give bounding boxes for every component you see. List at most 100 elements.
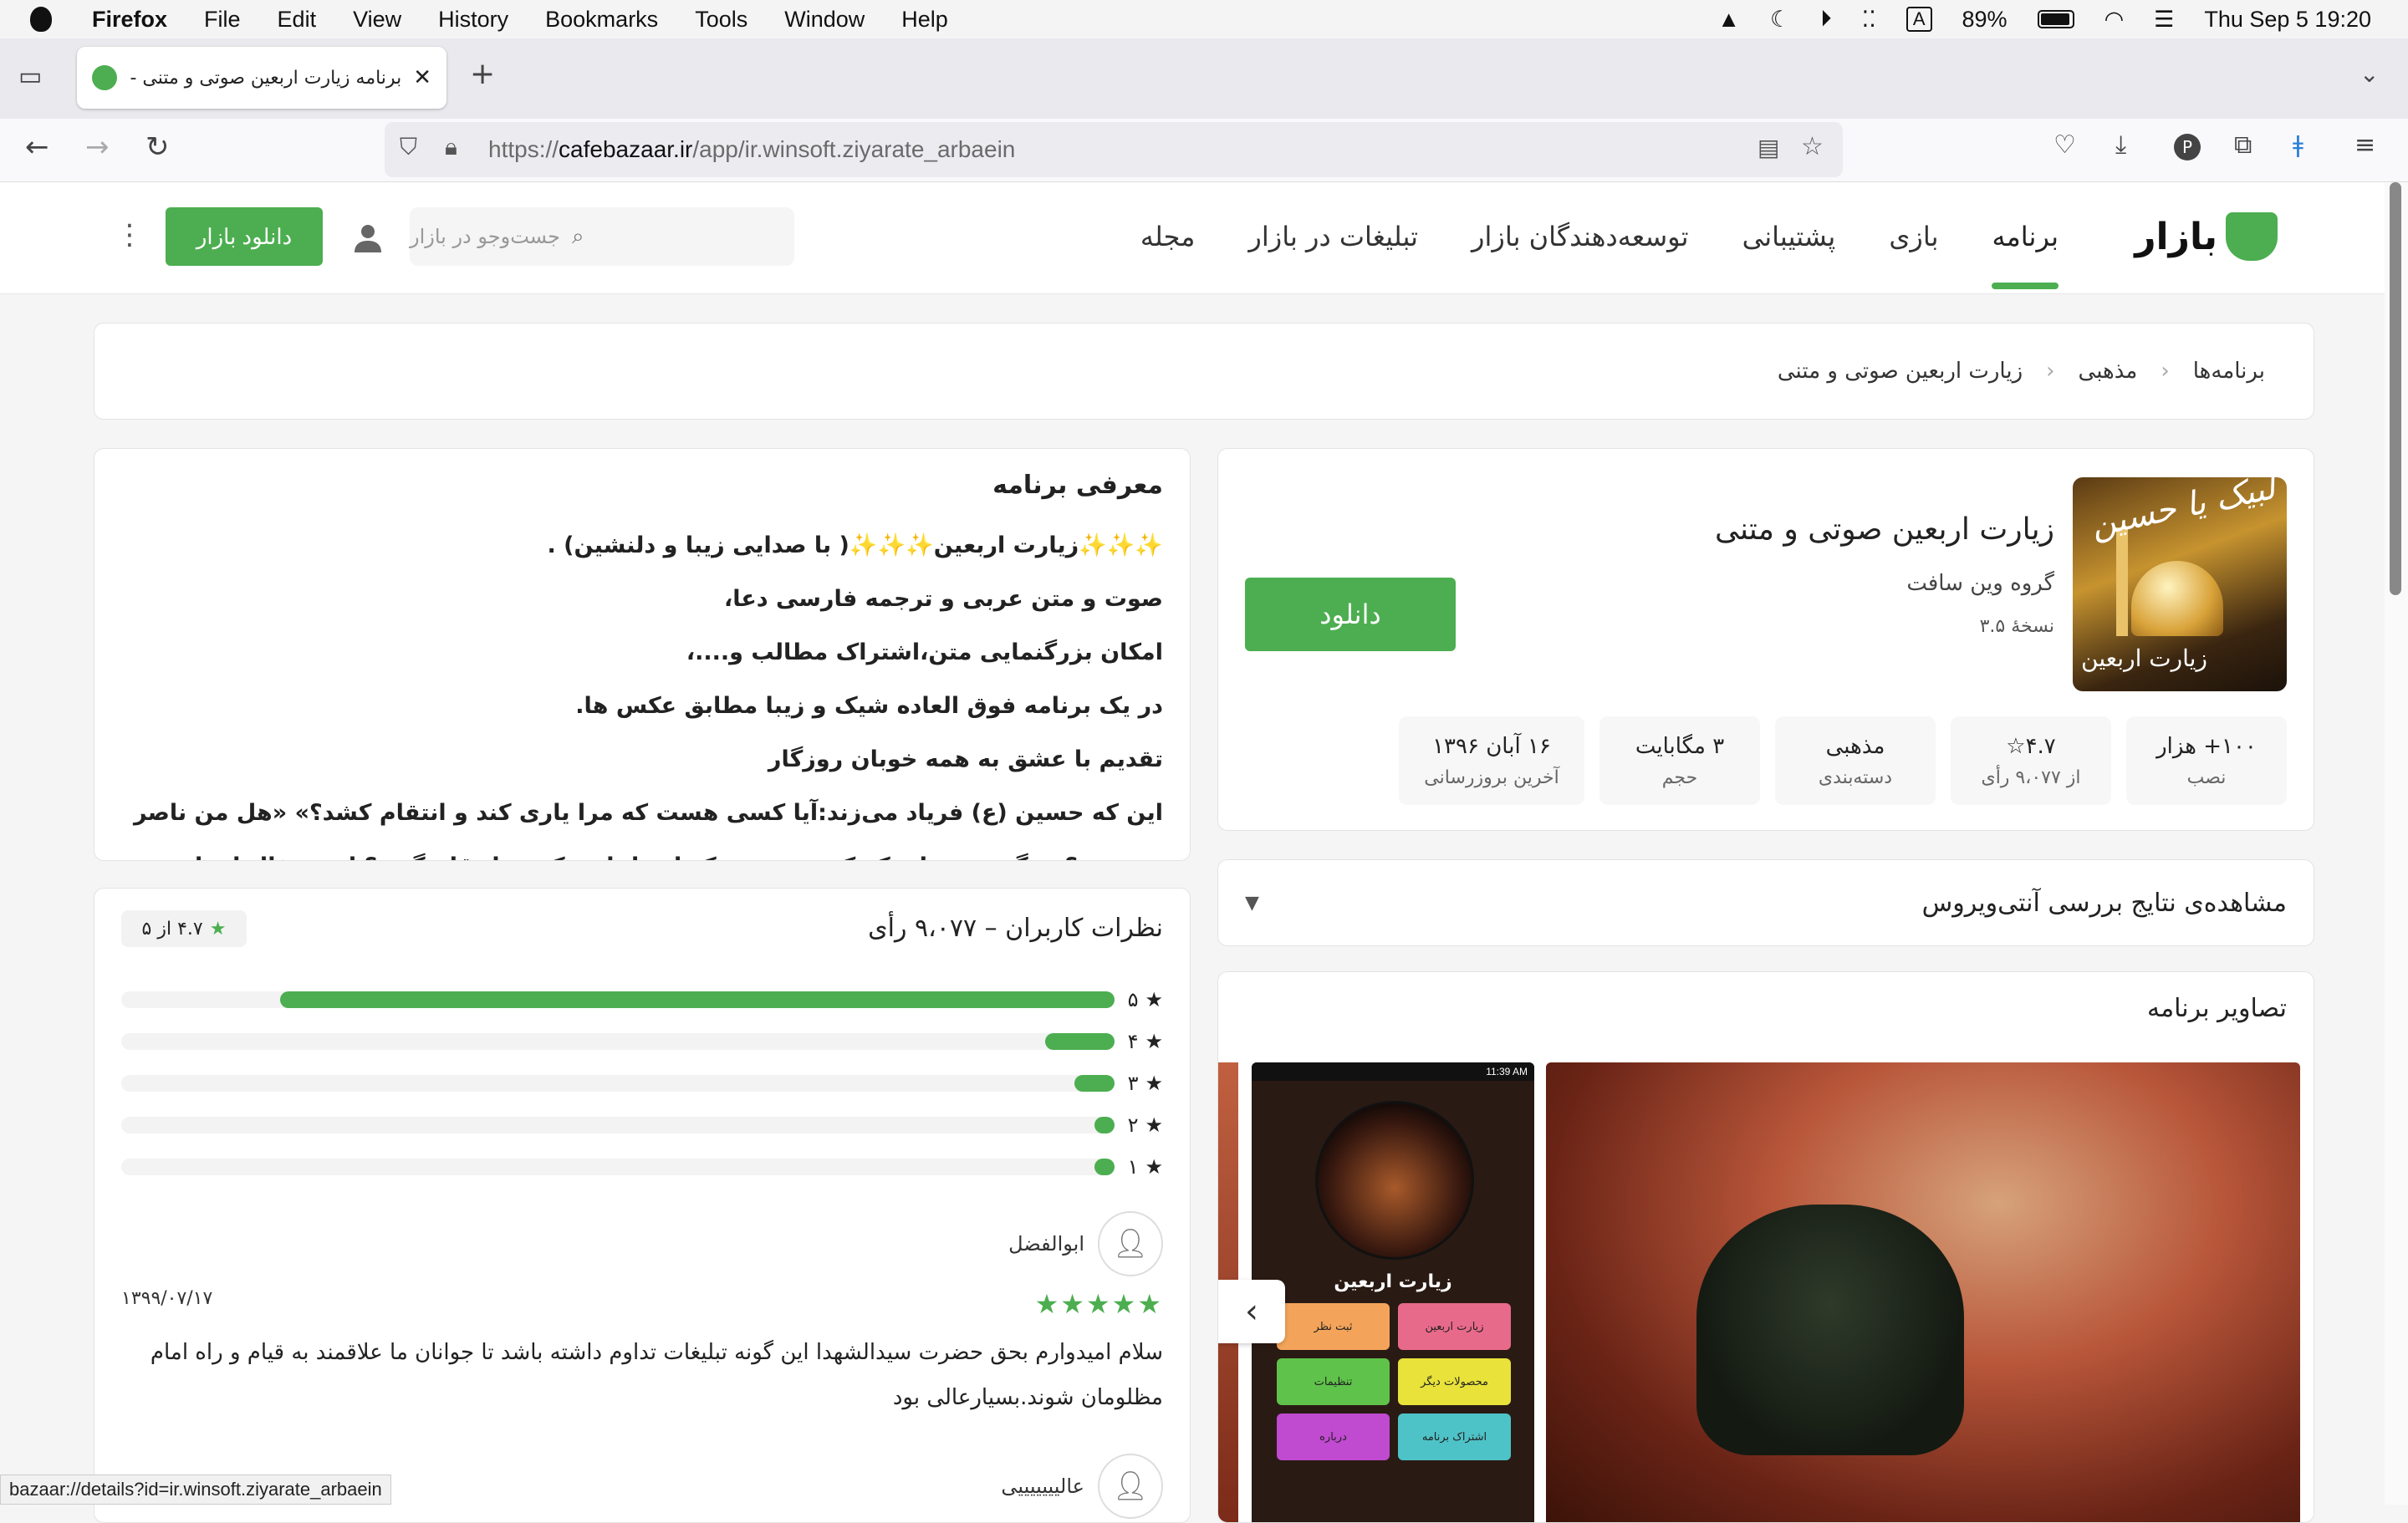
stat-label: دسته‌بندی	[1818, 767, 1893, 788]
menu-app-name[interactable]: Firefox	[92, 7, 167, 33]
breadcrumb-category[interactable]: مذهبی	[2079, 359, 2138, 384]
bazaar-logo[interactable]: بازار	[2135, 212, 2278, 261]
rating-bar-4: ★ ۴	[121, 1021, 1163, 1062]
screenshot-2[interactable]: 11:39 AM زیارت اربعین زیارت اربعین ثبت ن…	[1252, 1062, 1534, 1522]
reviews-title: نظرات کاربران – ۹،۰۷۷ رأی	[868, 914, 1163, 943]
shield-icon[interactable]: ⛉	[400, 134, 417, 161]
stat-value: ۳ مگابایت	[1635, 733, 1725, 759]
reviews-card: نظرات کاربران – ۹،۰۷۷ رأی ★ ۴.۷ از ۵ ★ ۵ …	[94, 888, 1191, 1523]
dots-icon[interactable]: ⁚⁚	[1862, 7, 1876, 33]
app-icon-calligraphy: لبیک یا حسین	[2087, 477, 2279, 545]
tab-overview-icon[interactable]: ▭	[18, 62, 42, 91]
menu-history[interactable]: History	[438, 7, 508, 33]
forward-icon[interactable]: →	[85, 130, 110, 164]
bar-track	[121, 1117, 1115, 1133]
bookmark-star-icon[interactable]: ☆	[1801, 132, 1824, 161]
phone-btn: محصولات دیگر	[1398, 1358, 1511, 1405]
pocket-icon[interactable]: ♡	[2053, 130, 2076, 160]
search-input[interactable]: ⌕ جست‌وجو در بازار	[410, 207, 794, 266]
nav-magazine[interactable]: مجله	[1140, 221, 1196, 252]
bar-track	[121, 1159, 1115, 1175]
antivirus-label: مشاهده‌ی نتایج بررسی آنتی‌ویروس	[1921, 888, 2287, 918]
menu-bookmarks[interactable]: Bookmarks	[545, 7, 658, 33]
profile-icon[interactable]: P	[2174, 134, 2201, 160]
antivirus-results-toggle[interactable]: مشاهده‌ی نتایج بررسی آنتی‌ویروس ▼	[1217, 859, 2314, 946]
app-description-card: معرفی برنامه ✨✨✨زیارت اربعین✨✨✨( با صدای…	[94, 448, 1191, 861]
battery-icon[interactable]	[2037, 10, 2074, 28]
vlc-icon[interactable]: ▲	[1717, 7, 1740, 33]
navigation-toolbar: ← → ↻ ⛉ 🔒︎ https://cafebazaar.ir/app/ir.…	[0, 119, 2408, 182]
downloads-icon[interactable]: ⤓	[2115, 130, 2126, 160]
bar-track	[121, 1075, 1115, 1092]
close-tab-icon[interactable]: ✕	[413, 65, 431, 90]
stat-label: نصب	[2186, 767, 2227, 788]
download-button[interactable]: دانلود	[1245, 578, 1456, 651]
stat-value: ۱۶ آبان ۱۳۹۶	[1432, 733, 1551, 759]
breadcrumb-apps[interactable]: برنامه‌ها	[2193, 359, 2265, 384]
review-user: عالیییییییی	[1001, 1475, 1084, 1498]
menu-datetime[interactable]: Thu Sep 5 19:20	[2204, 7, 2371, 33]
chevron-left-icon: ‹	[2161, 359, 2170, 384]
phone-btn: درباره	[1277, 1413, 1390, 1460]
rating-bar-1: ★ ۱	[121, 1146, 1163, 1188]
nav-developers[interactable]: توسعه‌دهندگان بازار	[1472, 221, 1689, 252]
stat-label: حجم	[1661, 767, 1698, 788]
back-icon[interactable]: ←	[25, 130, 49, 164]
rating-distribution: ★ ۵ ★ ۴ ★ ۳ ★ ۲ ★ ۱	[121, 979, 1163, 1188]
developer-link[interactable]: گروه وین سافت	[1906, 571, 2054, 596]
review-item: 👤︎ ابوالفضل ★★★★★ ۱۳۹۹/۰۷/۱۷ سلام امیدوار…	[121, 1211, 1163, 1420]
review-stars: ★★★★★	[1034, 1288, 1163, 1320]
url-bar[interactable]: ⛉ 🔒︎ https://cafebazaar.ir/app/ir.winsof…	[385, 122, 1843, 177]
list-all-tabs-icon[interactable]: ⌄	[2360, 60, 2379, 88]
phone-app-title: زیارت اربعین	[1334, 1271, 1452, 1292]
carousel-prev-button[interactable]: ‹	[1218, 1280, 1285, 1343]
play-icon[interactable]: ⏵	[1820, 6, 1832, 33]
description-line: در یک برنامه فوق العاده شیک و زیبا مطابق…	[575, 693, 1163, 719]
scrollbar-thumb[interactable]	[2390, 182, 2401, 595]
reload-icon[interactable]: ↻	[145, 130, 170, 164]
page-scrollbar[interactable]	[2385, 182, 2408, 1505]
apple-icon[interactable]	[30, 7, 52, 32]
nav-ads[interactable]: تبلیغات در بازار	[1248, 221, 1418, 252]
screenshot-1[interactable]	[1546, 1062, 2300, 1522]
review-user: ابوالفضل	[1008, 1232, 1084, 1256]
input-source-icon[interactable]: A	[1905, 7, 1932, 32]
menu-edit[interactable]: Edit	[278, 7, 317, 33]
status-url-tooltip: bazaar://details?id=ir.winsoft.ziyarate_…	[0, 1475, 391, 1505]
menu-view[interactable]: View	[353, 7, 401, 33]
star-icon: ★	[1145, 1030, 1163, 1053]
app-menu-icon[interactable]: ≡	[2354, 130, 2375, 160]
tab-active[interactable]: برنامه زیارت اربعین صوتی و متنی - دانلود…	[77, 47, 446, 109]
menu-tools[interactable]: Tools	[695, 7, 747, 33]
lock-icon[interactable]: 🔒︎	[445, 134, 457, 161]
wifi-icon[interactable]: ◠	[2104, 7, 2125, 33]
nav-apps[interactable]: برنامه	[1992, 221, 2059, 289]
bar-fill	[1074, 1075, 1115, 1092]
new-tab-icon[interactable]: +	[470, 57, 495, 91]
rating-bar-3: ★ ۳	[121, 1062, 1163, 1104]
menu-window[interactable]: Window	[784, 7, 865, 33]
review-date: ۱۳۹۹/۰۷/۱۷	[121, 1288, 213, 1309]
tab-title: برنامه زیارت اربعین صوتی و متنی - دانلود	[130, 67, 402, 89]
search-icon: ⌕	[572, 223, 584, 249]
more-menu-icon[interactable]: ⋮	[115, 221, 144, 249]
moon-icon[interactable]: ☾	[1770, 7, 1790, 33]
extensions-icon[interactable]: ⧉	[2234, 130, 2252, 160]
stat-category[interactable]: مذهبی دسته‌بندی	[1775, 716, 1936, 805]
nav-support[interactable]: پشتیبانی	[1742, 221, 1836, 252]
stat-value: ۱۰۰+ هزار	[2156, 733, 2257, 759]
menu-file[interactable]: File	[204, 7, 241, 33]
star-icon: ★	[1145, 1113, 1163, 1137]
bazaar-favicon-icon	[92, 65, 117, 90]
user-icon[interactable]	[351, 221, 385, 254]
macos-menubar: Firefox File Edit View History Bookmarks…	[0, 0, 2408, 38]
phone-menu-grid: زیارت اربعین ثبت نظر محصولات دیگر تنظیما…	[1277, 1303, 1511, 1460]
download-bazaar-button[interactable]: دانلود بازار	[166, 207, 323, 266]
menu-help[interactable]: Help	[901, 7, 948, 33]
translate-icon[interactable]: ǂ	[2293, 130, 2303, 158]
dome-shape	[2131, 561, 2223, 636]
control-center-icon[interactable]: ☰	[2154, 7, 2174, 33]
reader-view-icon[interactable]: ▤	[1758, 134, 1779, 161]
nav-games[interactable]: بازی	[1889, 221, 1938, 252]
screenshot-figure-shape	[1696, 1205, 1964, 1455]
